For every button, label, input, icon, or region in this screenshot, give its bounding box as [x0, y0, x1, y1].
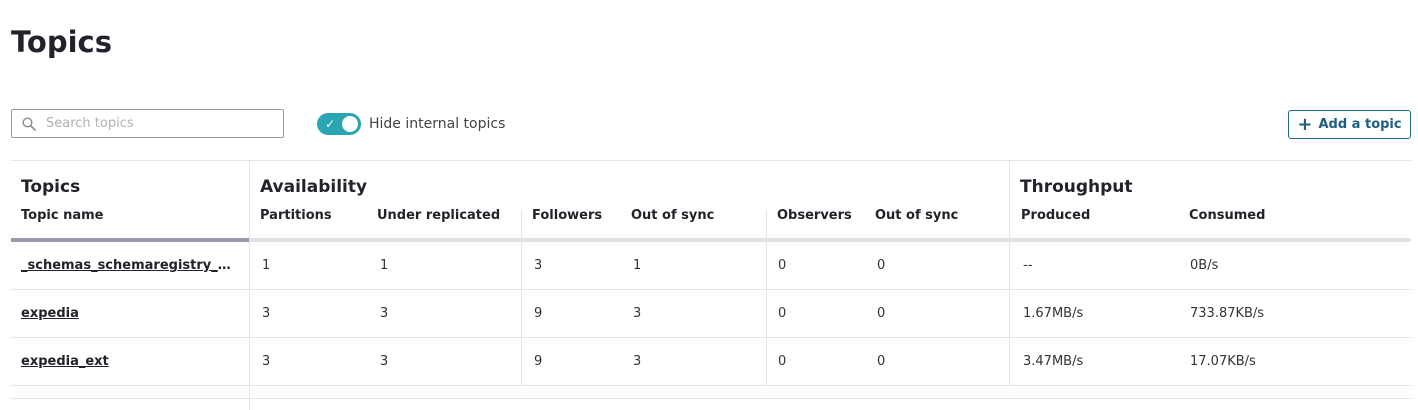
- header-underline: [249, 238, 1411, 242]
- add-topic-label: Add a topic: [1318, 117, 1402, 132]
- col-header-partitions[interactable]: Partitions: [260, 208, 332, 223]
- topics-table: Topics Availability Throughput Topic nam…: [11, 160, 1411, 410]
- col-header-followers-out-of-sync[interactable]: Out of sync: [631, 208, 714, 223]
- group-header-topics: Topics: [21, 177, 81, 197]
- cell-followers-out-of-sync: 1: [633, 258, 642, 273]
- search-box[interactable]: [11, 109, 284, 138]
- col-header-topic-name[interactable]: Topic name: [21, 208, 103, 223]
- hide-internal-topics-toggle[interactable]: ✓: [317, 113, 361, 135]
- cell-observers: 0: [778, 306, 787, 321]
- topic-link[interactable]: expedia_ext: [21, 354, 109, 369]
- cell-consumed: 17.07KB/s: [1190, 354, 1256, 369]
- subgroup-divider: [521, 210, 522, 386]
- row-divider: [11, 385, 1411, 386]
- col-header-followers[interactable]: Followers: [532, 208, 602, 223]
- hide-internal-topics-toggle-group: ✓ Hide internal topics: [317, 113, 505, 135]
- topic-link[interactable]: _schemas_schemaregistry_co...: [21, 258, 233, 273]
- col-header-consumed[interactable]: Consumed: [1189, 208, 1265, 223]
- check-icon: ✓: [325, 117, 336, 131]
- search-icon: [22, 116, 36, 131]
- row-divider: [11, 337, 1411, 338]
- cell-observers-out-of-sync: 0: [877, 258, 886, 273]
- cell-observers: 0: [778, 258, 787, 273]
- row-divider: [11, 289, 1411, 290]
- cell-followers-out-of-sync: 3: [633, 354, 642, 369]
- table-top-border: [11, 160, 1411, 161]
- cell-produced: 1.67MB/s: [1023, 306, 1084, 321]
- toggle-knob: [342, 116, 358, 132]
- cell-partitions: 3: [262, 354, 271, 369]
- add-topic-button[interactable]: + Add a topic: [1288, 110, 1411, 139]
- cell-observers-out-of-sync: 0: [877, 354, 886, 369]
- row-divider: [11, 398, 1411, 399]
- search-input[interactable]: [44, 115, 268, 132]
- subgroup-divider: [766, 210, 767, 386]
- cell-produced: 3.47MB/s: [1023, 354, 1084, 369]
- col-header-observers[interactable]: Observers: [777, 208, 852, 223]
- cell-followers-out-of-sync: 3: [633, 306, 642, 321]
- cell-under-replicated: 3: [380, 306, 389, 321]
- cell-produced: --: [1023, 258, 1033, 273]
- col-header-produced[interactable]: Produced: [1021, 208, 1090, 223]
- col-header-observers-out-of-sync[interactable]: Out of sync: [875, 208, 958, 223]
- group-divider: [249, 160, 250, 410]
- topics-page: Topics ✓ Hide internal topics + Add a to…: [0, 0, 1418, 410]
- group-header-availability: Availability: [260, 177, 368, 197]
- group-divider: [1009, 160, 1010, 386]
- cell-partitions: 1: [262, 258, 271, 273]
- cell-followers: 9: [534, 306, 543, 321]
- cell-observers-out-of-sync: 0: [877, 306, 886, 321]
- group-header-throughput: Throughput: [1020, 177, 1133, 197]
- plus-icon: +: [1297, 113, 1313, 135]
- toggle-label: Hide internal topics: [369, 116, 506, 132]
- topic-link[interactable]: expedia: [21, 306, 79, 321]
- cell-under-replicated: 3: [380, 354, 389, 369]
- cell-observers: 0: [778, 354, 787, 369]
- cell-consumed: 0B/s: [1190, 258, 1219, 273]
- page-title: Topics: [11, 25, 113, 59]
- cell-consumed: 733.87KB/s: [1190, 306, 1265, 321]
- cell-followers: 3: [534, 258, 543, 273]
- cell-partitions: 3: [262, 306, 271, 321]
- col-header-under-replicated[interactable]: Under replicated: [377, 208, 500, 223]
- cell-followers: 9: [534, 354, 543, 369]
- sort-indicator-bar: [11, 238, 249, 242]
- cell-under-replicated: 1: [380, 258, 389, 273]
